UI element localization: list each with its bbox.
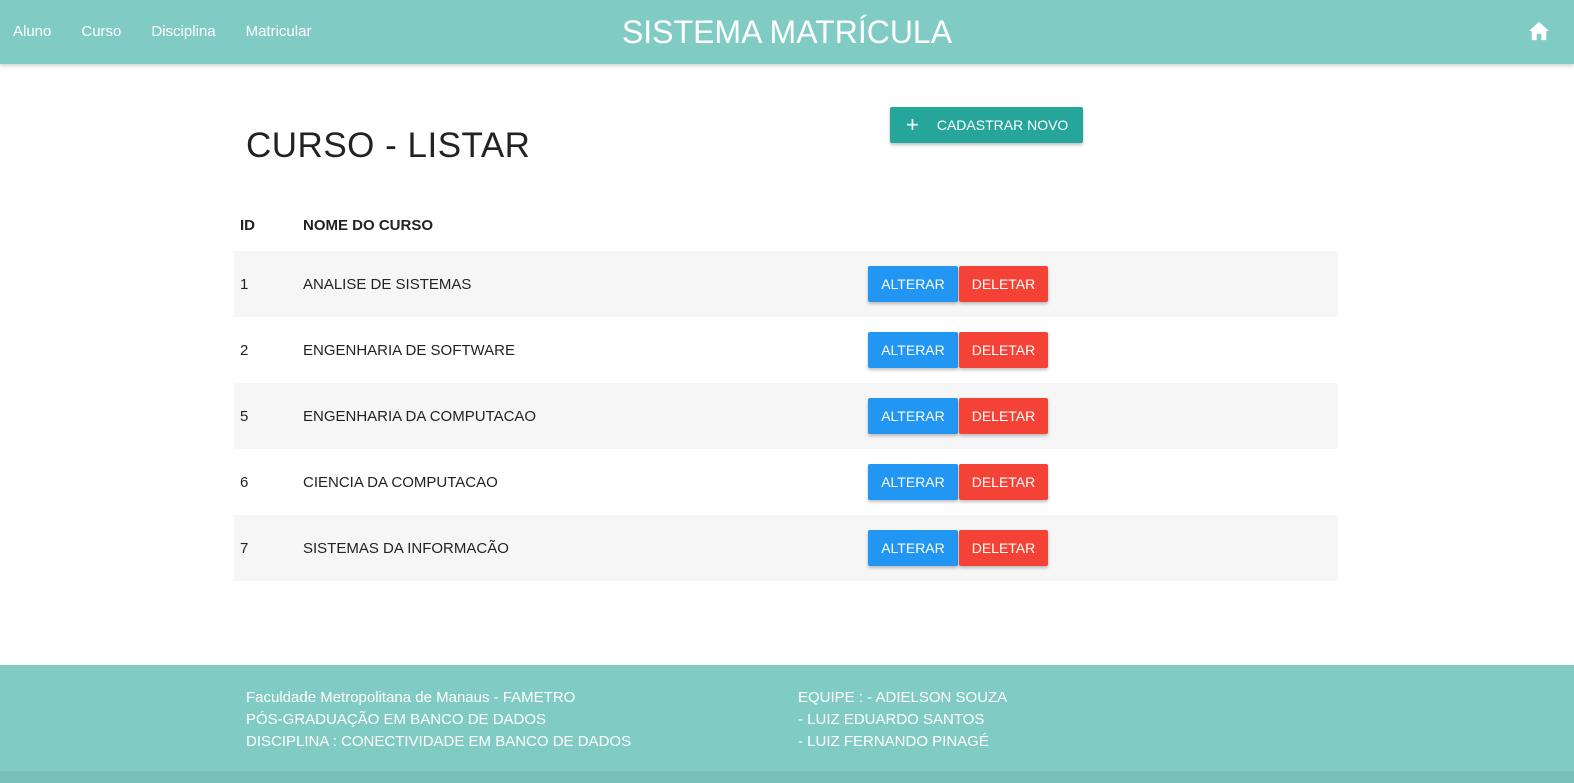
footer-line: - LUIZ FERNANDO PINAGÉ xyxy=(798,733,989,750)
footer-line: PÓS-GRADUAÇÃO EM BANCO DE DADOS xyxy=(246,711,547,728)
table-row: 1 ANALISE DE SISTEMAS ALTERAR DELETAR xyxy=(234,251,1338,317)
footer-line: EQUIPE : - ADIELSON SOUZA xyxy=(798,689,1008,706)
cell-course-name: CIENCIA DA COMPUTACAO xyxy=(303,473,498,491)
row-actions: ALTERAR DELETAR xyxy=(868,530,1048,566)
footer-line: - LUIZ EDUARDO SANTOS xyxy=(798,711,985,728)
footer-team: EQUIPE : - ADIELSON SOUZA - LUIZ EDUARDO… xyxy=(798,687,1007,753)
footer-institution: Faculdade Metropolitana de Manaus - FAME… xyxy=(246,687,631,753)
cell-id: 2 xyxy=(240,341,249,359)
table-header: ID NOME DO CURSO xyxy=(234,200,1338,251)
plus-icon: + xyxy=(906,112,919,137)
page-footer: Faculdade Metropolitana de Manaus - FAME… xyxy=(0,665,1574,771)
edit-button[interactable]: ALTERAR xyxy=(868,464,958,500)
nav-link-disciplina[interactable]: Disciplina xyxy=(136,0,230,64)
edit-button[interactable]: ALTERAR xyxy=(868,530,958,566)
cell-id: 5 xyxy=(240,407,249,425)
table-row: 7 SISTEMAS DA INFORMACÃO ALTERAR DELETAR xyxy=(234,515,1338,581)
table-row: 6 CIENCIA DA COMPUTACAO ALTERAR DELETAR xyxy=(234,449,1338,515)
edit-button[interactable]: ALTERAR xyxy=(868,266,958,302)
courses-table: ID NOME DO CURSO 1 ANALISE DE SISTEMAS A… xyxy=(234,200,1338,581)
delete-button[interactable]: DELETAR xyxy=(959,332,1048,368)
nav-link-aluno[interactable]: Aluno xyxy=(0,0,66,64)
edit-button[interactable]: ALTERAR xyxy=(868,398,958,434)
footer-copyright-bar xyxy=(0,771,1574,783)
cell-id: 7 xyxy=(240,539,249,557)
footer-line: DISCIPLINA : CONECTIVIDADE EM BANCO DE D… xyxy=(246,733,632,750)
cell-id: 1 xyxy=(240,275,249,293)
row-actions: ALTERAR DELETAR xyxy=(868,332,1048,368)
nav-link-matricular[interactable]: Matricular xyxy=(231,0,327,64)
cell-course-name: ENGENHARIA DE SOFTWARE xyxy=(303,341,515,359)
cell-course-name: SISTEMAS DA INFORMACÃO xyxy=(303,539,509,557)
row-actions: ALTERAR DELETAR xyxy=(868,464,1048,500)
delete-button[interactable]: DELETAR xyxy=(959,398,1048,434)
main-nav: Aluno Curso Disciplina Matricular xyxy=(0,0,326,64)
add-new-button-label: CADASTRAR NOVO xyxy=(936,117,1069,133)
nav-link-curso[interactable]: Curso xyxy=(66,0,136,64)
header-course-name: NOME DO CURSO xyxy=(303,217,434,234)
cell-id: 6 xyxy=(240,473,249,491)
cell-course-name: ENGENHARIA DA COMPUTACAO xyxy=(303,407,537,425)
edit-button[interactable]: ALTERAR xyxy=(868,332,958,368)
delete-button[interactable]: DELETAR xyxy=(959,530,1048,566)
row-actions: ALTERAR DELETAR xyxy=(868,398,1048,434)
delete-button[interactable]: DELETAR xyxy=(959,464,1048,500)
footer-line: Faculdade Metropolitana de Manaus - FAME… xyxy=(246,689,576,706)
delete-button[interactable]: DELETAR xyxy=(959,266,1048,302)
header-id: ID xyxy=(240,217,255,234)
table-row: 5 ENGENHARIA DA COMPUTACAO ALTERAR DELET… xyxy=(234,383,1338,449)
cell-course-name: ANALISE DE SISTEMAS xyxy=(303,275,472,293)
row-actions: ALTERAR DELETAR xyxy=(868,266,1048,302)
add-new-button[interactable]: + CADASTRAR NOVO xyxy=(890,107,1083,143)
table-row: 2 ENGENHARIA DE SOFTWARE ALTERAR DELETAR xyxy=(234,317,1338,383)
top-navbar: Aluno Curso Disciplina Matricular SISTEM… xyxy=(0,0,1574,64)
page-title: CURSO - LISTAR xyxy=(246,126,531,165)
home-icon[interactable] xyxy=(1528,21,1550,41)
